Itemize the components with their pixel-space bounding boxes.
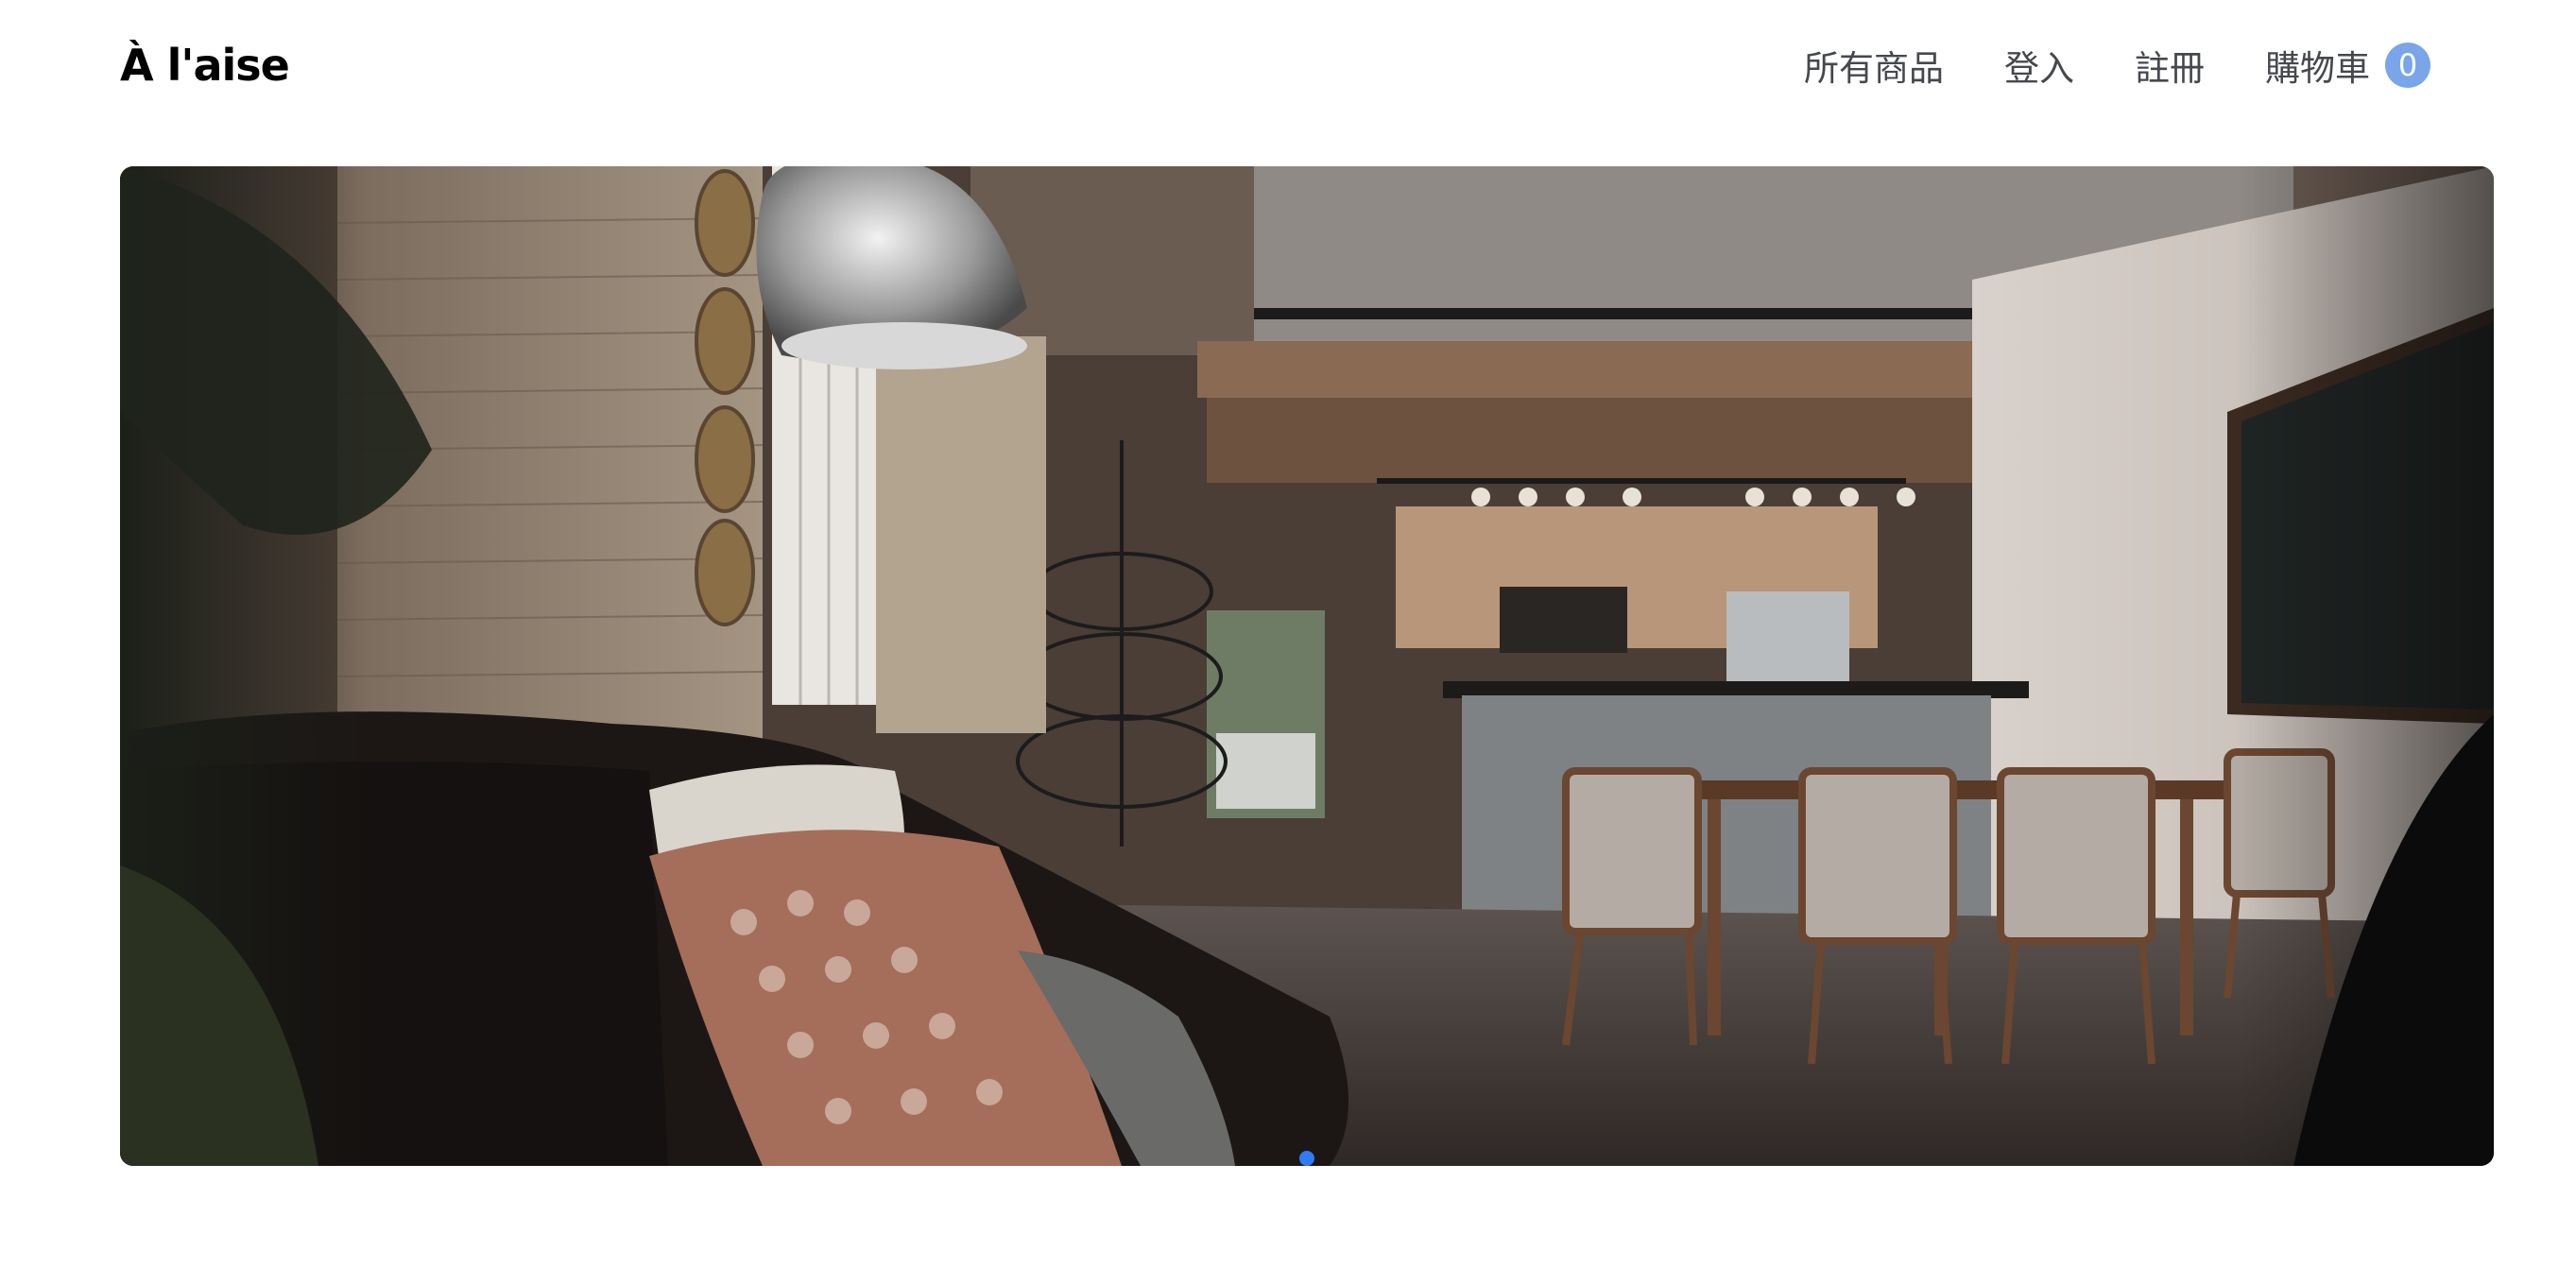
navbar: À l'aise 所有商品 登入 註冊 購物車 0: [120, 0, 2430, 130]
nav-register[interactable]: 註冊: [2135, 40, 2205, 91]
nav-all-products[interactable]: 所有商品: [1804, 40, 1944, 91]
brand-logo[interactable]: À l'aise: [120, 40, 290, 91]
nav-cart[interactable]: 購物車 0: [2265, 40, 2430, 91]
cart-count-badge: 0: [2385, 43, 2430, 88]
nav-links: 所有商品 登入 註冊 購物車 0: [1804, 40, 2430, 91]
carousel-indicator-dot[interactable]: [1299, 1151, 1314, 1166]
hero-image: [120, 166, 2494, 1166]
page: À l'aise 所有商品 登入 註冊 購物車 0: [0, 0, 2576, 1267]
nav-login[interactable]: 登入: [2004, 40, 2074, 91]
carousel-indicators: [1299, 1151, 1314, 1166]
nav-cart-label: 購物車: [2265, 48, 2370, 89]
hero-carousel[interactable]: [120, 166, 2494, 1166]
